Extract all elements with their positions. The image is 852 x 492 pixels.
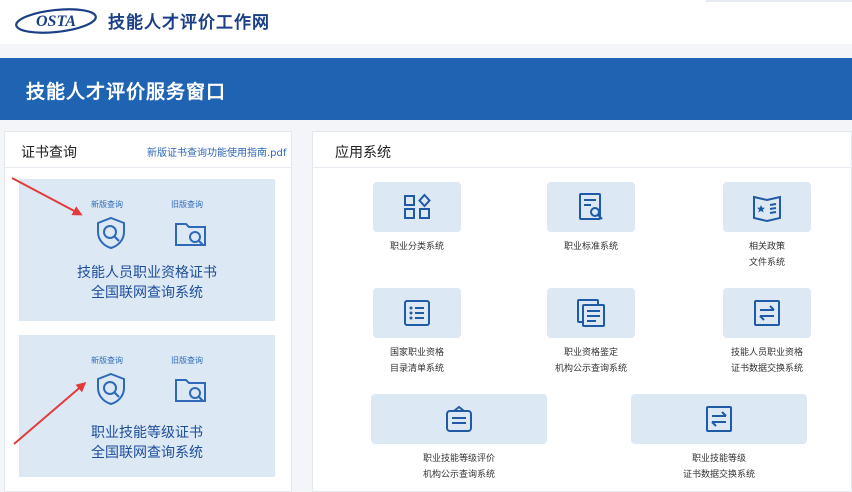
guide-pdf-link[interactable]: 新版证书查询功能使用指南.pdf — [147, 144, 286, 159]
new-query-label[interactable]: 新版查询 — [91, 355, 123, 366]
old-query-label[interactable]: 旧版查询 — [171, 199, 203, 210]
app-label-exchange-line1[interactable]: 技能人员职业资格 — [713, 346, 821, 360]
folder-search-icon[interactable] — [173, 371, 209, 407]
app-label-appraisal-line2[interactable]: 机构公示查询系统 — [537, 362, 645, 376]
exchange-icon — [706, 406, 732, 432]
shield-search-icon[interactable] — [93, 215, 129, 251]
app-label-occupation-classification[interactable]: 职业分类系统 — [373, 240, 461, 254]
policy-book-icon — [753, 195, 781, 223]
site-title[interactable]: 技能人才评价工作网 — [108, 8, 270, 33]
old-query-label[interactable]: 旧版查询 — [171, 355, 203, 366]
app-label-evaluation-line2[interactable]: 机构公示查询系统 — [399, 468, 519, 482]
app-systems-panel: 应用系统 职业分类系统 职业标准系统 相关政策 文件系统 国家职业资格 目录清单… — [312, 131, 852, 492]
app-label-level-exchange-line1[interactable]: 职业技能等级 — [659, 452, 779, 466]
app-tile-policy-documents[interactable] — [723, 182, 811, 232]
banner-title: 技能人才评价服务窗口 — [26, 81, 227, 103]
app-tile-skill-level-exchange[interactable] — [631, 394, 807, 444]
app-label-policy-line2[interactable]: 文件系统 — [723, 256, 811, 270]
document-stack-icon — [577, 299, 605, 327]
shield-search-icon[interactable] — [93, 371, 129, 407]
institution-icon — [446, 405, 472, 432]
app-label-catalog-line2[interactable]: 目录清单系统 — [373, 362, 461, 376]
app-label-evaluation-line1[interactable]: 职业技能等级评价 — [399, 452, 519, 466]
app-label-exchange-line2[interactable]: 证书数据交换系统 — [713, 362, 821, 376]
cert-query-header: 证书查询 新版证书查询功能使用指南.pdf — [5, 132, 291, 168]
cert-name-line2: 全国联网查询系统 — [91, 285, 203, 301]
osta-logo[interactable]: OSTA — [14, 6, 98, 34]
app-tile-occupation-standard[interactable] — [547, 182, 635, 232]
top-header: OSTA 技能人才评价工作网 — [0, 0, 852, 44]
list-icon — [404, 300, 430, 326]
app-tile-occupation-classification[interactable] — [373, 182, 461, 232]
app-tile-qualification-exchange[interactable] — [723, 288, 811, 338]
exchange-icon — [754, 300, 780, 326]
cert-name-line2: 全国联网查询系统 — [91, 445, 203, 461]
new-query-label[interactable]: 新版查询 — [91, 199, 123, 210]
app-label-level-exchange-line2[interactable]: 证书数据交换系统 — [659, 468, 779, 482]
top-divider — [706, 0, 852, 2]
logo-text: OSTA — [36, 13, 76, 30]
cert-card-vocational-qualification: 新版查询 旧版查询 技能人员职业资格证书 全国联网查询系统 — [19, 179, 275, 321]
cert-name-line1: 职业技能等级证书 — [91, 425, 203, 441]
document-search-icon — [579, 193, 603, 220]
cert-query-panel: 证书查询 新版证书查询功能使用指南.pdf 新版查询 旧版查询 技能人员职业资格… — [4, 131, 292, 492]
folder-search-icon[interactable] — [173, 215, 209, 251]
service-banner: 技能人才评价服务窗口 — [0, 58, 852, 120]
app-label-appraisal-line1[interactable]: 职业资格鉴定 — [537, 346, 645, 360]
app-tile-appraisal-institutions[interactable] — [547, 288, 635, 338]
grid-icon — [404, 193, 431, 219]
app-label-catalog-line1[interactable]: 国家职业资格 — [373, 346, 461, 360]
app-systems-title: 应用系统 — [335, 145, 391, 161]
app-systems-header: 应用系统 — [313, 132, 851, 168]
app-label-policy-line1[interactable]: 相关政策 — [723, 240, 811, 254]
cert-card-skill-level: 新版查询 旧版查询 职业技能等级证书 全国联网查询系统 — [19, 335, 275, 477]
cert-name-line1: 技能人员职业资格证书 — [77, 265, 217, 281]
app-label-occupation-standard[interactable]: 职业标准系统 — [547, 240, 635, 254]
app-tile-qualification-catalog[interactable] — [373, 288, 461, 338]
cert-query-title: 证书查询 — [21, 145, 77, 161]
app-tile-skill-evaluation-institutions[interactable] — [371, 394, 547, 444]
